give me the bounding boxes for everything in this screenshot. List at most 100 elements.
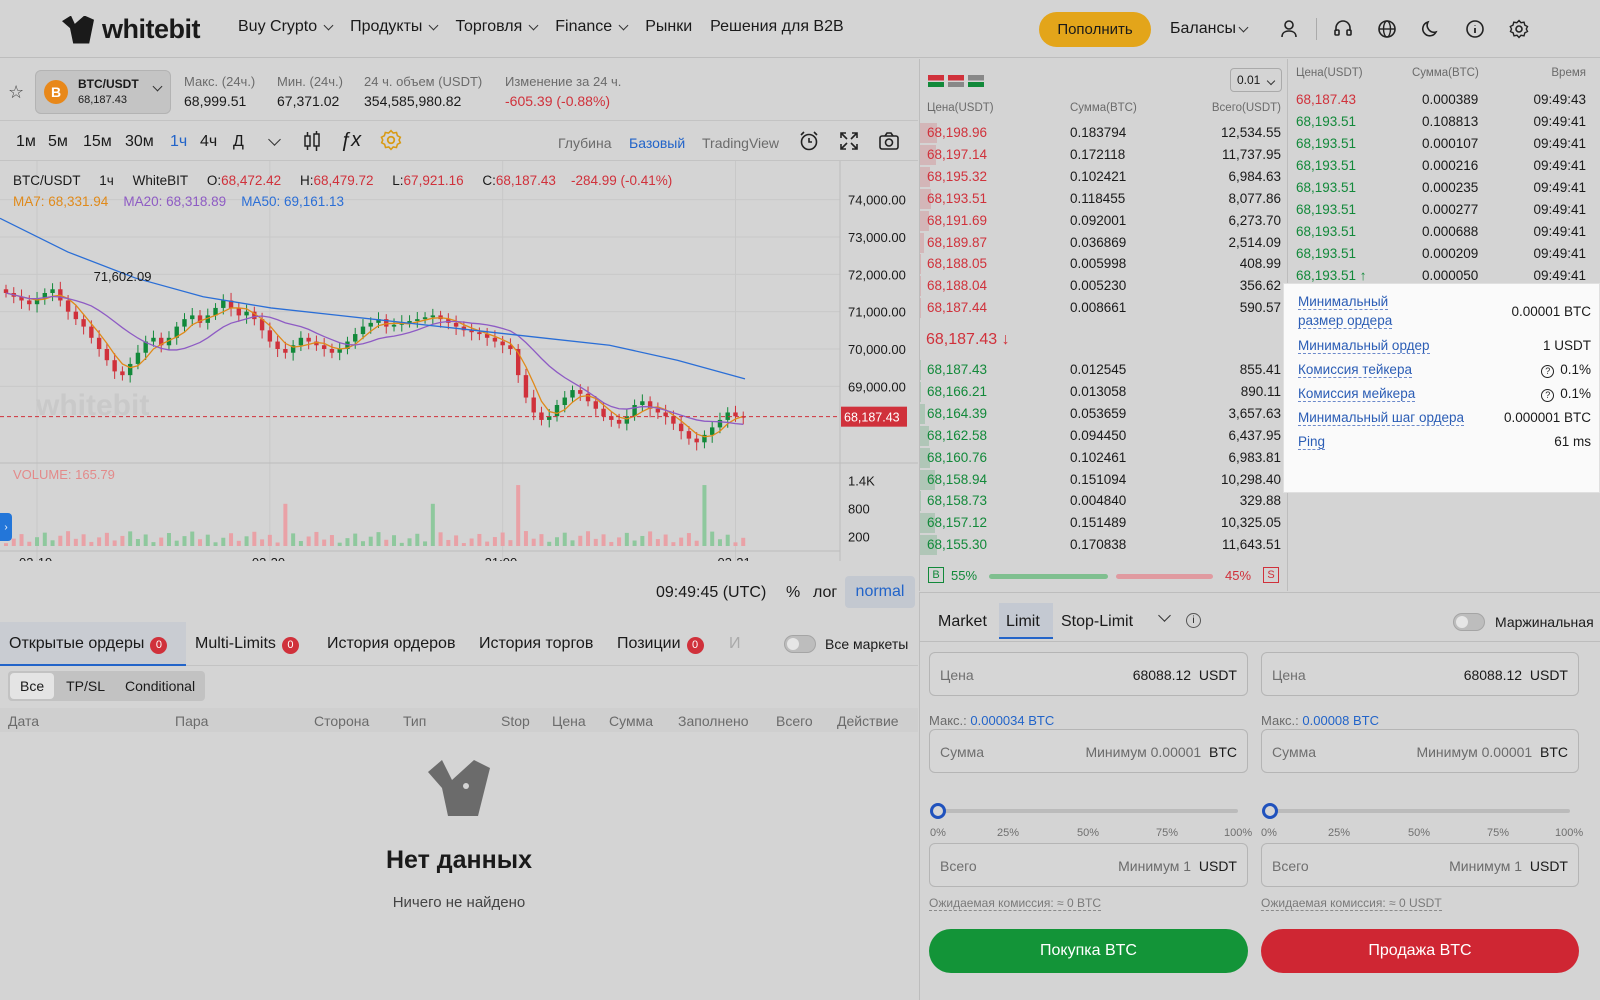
price-chart[interactable]: 74,000.00 73,000.00 72,000.00 71,000.00 70,0… xyxy=(0,161,918,608)
nav-products[interactable]: Продукты xyxy=(350,18,439,36)
buy-amount-input[interactable]: Сумма Минимум 0.00001 BTC xyxy=(929,729,1248,773)
favorite-star-icon[interactable]: ☆ xyxy=(8,82,24,103)
book-row[interactable]: 68,157.12 0.151489 10,325.05 xyxy=(920,512,1287,534)
view-depth[interactable]: Глубина xyxy=(558,135,611,151)
log-scale-toggle[interactable]: лог xyxy=(813,584,837,602)
tab-limit[interactable]: Limit xyxy=(1006,613,1040,631)
sell-price-input[interactable]: Цена 68088.12 USDT xyxy=(1261,652,1579,696)
fullscreen-icon[interactable] xyxy=(838,130,860,157)
margin-toggle[interactable] xyxy=(1453,613,1485,631)
user-icon[interactable] xyxy=(1278,18,1300,40)
book-row[interactable]: 68,160.76 0.102461 6,983.81 xyxy=(920,447,1287,469)
question-icon[interactable]: ? xyxy=(1541,365,1555,378)
normal-scale-toggle[interactable]: normal xyxy=(845,576,915,608)
book-row[interactable]: 68,195.32 0.102421 6,984.63 xyxy=(920,166,1287,188)
screenshot-camera-icon[interactable] xyxy=(878,130,900,157)
info-key[interactable]: Ping xyxy=(1298,434,1326,450)
sell-amount-input[interactable]: Сумма Минимум 0.00001 BTC xyxy=(1261,729,1579,773)
view-tradingview[interactable]: TradingView xyxy=(702,135,779,151)
book-row[interactable]: 68,187.43 0.012545 855.41 xyxy=(920,359,1287,381)
sell-btc-button[interactable]: Продажа BTC xyxy=(1261,929,1579,973)
deposit-button[interactable]: Пополнить xyxy=(1039,12,1151,47)
support-headset-icon[interactable] xyxy=(1332,18,1354,40)
settings-gear-icon[interactable] xyxy=(1508,18,1530,40)
info-key[interactable]: Минимальный xyxy=(1298,294,1389,310)
interval-1h[interactable]: 1ч xyxy=(170,133,187,151)
subtab-conditional[interactable]: Conditional xyxy=(115,671,205,701)
book-row[interactable]: 68,198.96 0.183794 12,534.55 xyxy=(920,122,1287,144)
buy-expected-fee[interactable]: Ожидаемая комиссия: ≈ 0 BTC xyxy=(929,896,1101,911)
buy-price-input[interactable]: Цена 68088.12 USDT xyxy=(929,652,1248,696)
tab-positions[interactable]: Позиции 0 xyxy=(617,635,704,654)
interval-30m[interactable]: 30м xyxy=(125,133,154,151)
book-row[interactable]: 68,155.30 0.170838 11,643.51 xyxy=(920,534,1287,556)
moon-icon[interactable] xyxy=(1420,18,1442,40)
all-markets-toggle[interactable] xyxy=(784,635,816,653)
tab-multi-limits[interactable]: Multi-Limits 0 xyxy=(195,635,299,654)
whitebit-logo[interactable]: whitebit xyxy=(62,14,201,45)
interval-4h[interactable]: 4ч xyxy=(200,133,217,151)
interval-15m[interactable]: 15м xyxy=(83,133,112,151)
buy-btc-button[interactable]: Покупка BTC xyxy=(929,929,1248,973)
expand-drawing-tools-icon[interactable]: › xyxy=(0,513,12,541)
book-view-toggle-icon[interactable] xyxy=(928,75,984,87)
sell-total-input[interactable]: Всего Минимум 1 USDT xyxy=(1261,843,1579,887)
book-row[interactable]: 68,193.51 0.118455 8,077.86 xyxy=(920,188,1287,210)
book-row[interactable]: 68,164.39 0.053659 3,657.63 xyxy=(920,403,1287,425)
tab-more[interactable]: И xyxy=(729,635,741,653)
book-row[interactable]: 68,188.05 0.005998 408.99 xyxy=(920,253,1287,275)
sell-expected-fee[interactable]: Ожидаемая комиссия: ≈ 0 USDT xyxy=(1261,896,1442,911)
buy-total-input[interactable]: Всего Минимум 1 USDT xyxy=(929,843,1248,887)
info-key[interactable]: Комиссия тейкера xyxy=(1298,362,1412,378)
book-row[interactable]: 68,166.21 0.013058 890.11 xyxy=(920,381,1287,403)
tab-order-history[interactable]: История ордеров xyxy=(327,635,455,653)
input-label: Всего xyxy=(940,858,977,874)
percent-scale-toggle[interactable]: % xyxy=(786,584,800,602)
nav-b2b[interactable]: Решения для B2B xyxy=(710,18,844,36)
subtab-all[interactable]: Все xyxy=(10,673,55,699)
book-row[interactable]: 68,158.73 0.004840 329.88 xyxy=(920,490,1287,512)
interval-1d[interactable]: Д xyxy=(233,133,244,151)
nav-markets[interactable]: Рынки xyxy=(645,18,692,36)
candlestick-icon[interactable] xyxy=(302,130,322,157)
interval-5m[interactable]: 5м xyxy=(48,133,68,151)
tab-stop-limit[interactable]: Stop-Limit xyxy=(1061,613,1133,631)
book-row[interactable]: 68,197.14 0.172118 11,737.95 xyxy=(920,144,1287,166)
tab-open-orders[interactable]: Открытые ордеры 0 xyxy=(9,635,168,654)
tab-trade-history[interactable]: История торгов xyxy=(479,635,593,653)
info-key[interactable]: Минимальный шаг ордера xyxy=(1298,410,1465,426)
book-row[interactable]: 68,191.69 0.092001 6,273.70 xyxy=(920,210,1287,232)
chevron-down-icon[interactable] xyxy=(1158,609,1171,622)
max-value[interactable]: 0.00008 BTC xyxy=(1302,713,1379,728)
sell-slider-knob[interactable] xyxy=(1262,803,1278,819)
max-value[interactable]: 0.000034 BTC xyxy=(970,713,1054,728)
buy-slider-knob[interactable] xyxy=(930,803,946,819)
precision-select[interactable]: 0.01 xyxy=(1230,68,1282,92)
nav-finance[interactable]: Finance xyxy=(555,18,629,36)
chevron-down-icon[interactable] xyxy=(268,133,281,146)
book-row[interactable]: 68,189.87 0.036869 2,514.09 xyxy=(920,232,1287,254)
info-key[interactable]: Комиссия мейкера xyxy=(1298,386,1416,402)
book-row[interactable]: 68,187.44 0.008661 590.57 xyxy=(920,297,1287,319)
book-row[interactable]: 68,188.04 0.005230 356.62 xyxy=(920,275,1287,297)
nav-trading[interactable]: Торговля xyxy=(455,18,539,36)
interval-1m[interactable]: 1м xyxy=(16,133,36,151)
candlestick-chart-svg[interactable]: 74,000.00 73,000.00 72,000.00 71,000.00 70,0… xyxy=(0,161,918,561)
info-key[interactable]: Минимальный ордер xyxy=(1298,338,1430,354)
info-icon[interactable] xyxy=(1464,18,1486,40)
question-icon[interactable]: ? xyxy=(1541,389,1555,402)
sell-amount-slider[interactable] xyxy=(1270,809,1570,813)
chart-settings-gear-icon[interactable] xyxy=(380,129,402,156)
subtab-tpsl[interactable]: TP/SL xyxy=(56,671,115,701)
book-row[interactable]: 68,158.94 0.151094 10,298.40 xyxy=(920,469,1287,491)
tab-market[interactable]: Market xyxy=(938,613,987,631)
indicators-fx-icon[interactable]: ƒx xyxy=(340,129,361,152)
nav-buy-crypto[interactable]: Buy Crypto xyxy=(238,18,334,36)
view-basic[interactable]: Базовый xyxy=(629,135,685,151)
buy-amount-slider[interactable] xyxy=(938,809,1238,813)
globe-icon[interactable] xyxy=(1376,18,1398,40)
alert-clock-icon[interactable] xyxy=(798,130,820,157)
info-icon[interactable]: i xyxy=(1186,613,1201,628)
book-row[interactable]: 68,162.58 0.094450 6,437.95 xyxy=(920,425,1287,447)
balances-menu[interactable]: Балансы xyxy=(1170,20,1249,38)
